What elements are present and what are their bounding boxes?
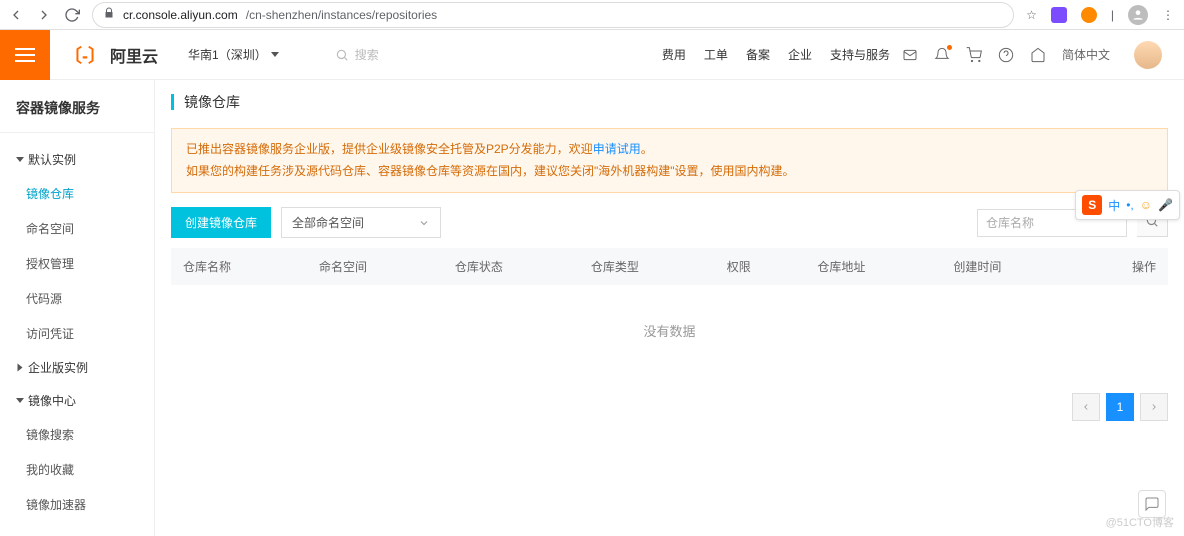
cart-icon[interactable] [966, 47, 982, 63]
col-address: 仓库地址 [805, 248, 941, 285]
col-action: 操作 [1077, 248, 1168, 285]
brand-logo-icon: 〔-〕 [64, 42, 106, 68]
col-status: 仓库状态 [443, 248, 579, 285]
lock-icon [103, 7, 115, 22]
chrome-divider: | [1111, 8, 1114, 22]
alert-line-1: 已推出容器镜像服务企业版，提供企业级镜像安全托管及P2P分发能力，欢迎申请试用。 [186, 139, 1153, 161]
search-input[interactable] [355, 48, 510, 62]
brand[interactable]: 〔-〕 阿里云 [50, 42, 172, 68]
message-icon[interactable] [902, 47, 918, 63]
group-label: 镜像中心 [28, 392, 76, 409]
watermark: @51CTO博客 [1106, 514, 1174, 530]
alert-text: 。 [641, 142, 653, 156]
nav-support[interactable]: 支持与服务 [830, 46, 890, 63]
address-bar[interactable]: cr.console.aliyun.com/cn-shenzhen/instan… [92, 2, 1014, 28]
ime-punct[interactable]: •, [1126, 198, 1134, 212]
page-title: 镜像仓库 [171, 92, 1168, 112]
search-icon [335, 48, 349, 62]
back-icon[interactable] [8, 7, 24, 23]
col-type: 仓库类型 [579, 248, 715, 285]
chrome-right: ☆ | ⋮ [1026, 5, 1176, 25]
global-search[interactable] [335, 48, 510, 62]
bookmark-star-icon[interactable]: ☆ [1026, 8, 1037, 22]
ime-toolbar[interactable]: S 中 •, ☺ 🎤 [1075, 190, 1180, 220]
user-avatar[interactable] [1134, 41, 1162, 69]
page-1[interactable]: 1 [1106, 393, 1134, 421]
page-next[interactable] [1140, 393, 1168, 421]
col-created: 创建时间 [941, 248, 1077, 285]
group-label: 默认实例 [28, 151, 76, 168]
empty-state: 没有数据 [171, 285, 1168, 375]
page-prev[interactable] [1072, 393, 1100, 421]
sidebar-item-repositories[interactable]: 镜像仓库 [0, 176, 154, 211]
nav-fee[interactable]: 费用 [662, 46, 686, 63]
ime-emoji-icon[interactable]: ☺ [1140, 198, 1152, 212]
col-repo-name: 仓库名称 [171, 248, 307, 285]
sidebar-item-authorization[interactable]: 授权管理 [0, 246, 154, 281]
chevron-right-icon [18, 364, 23, 372]
apply-trial-link[interactable]: 申请试用 [593, 142, 641, 156]
alert-text: 已推出容器镜像服务企业版，提供企业级镜像安全托管及P2P分发能力，欢迎 [186, 142, 593, 156]
main-content: 镜像仓库 已推出容器镜像服务企业版，提供企业级镜像安全托管及P2P分发能力，欢迎… [155, 80, 1184, 536]
col-permission: 权限 [715, 248, 806, 285]
nav-icons: 简体中文 [890, 41, 1184, 69]
nav-ticket[interactable]: 工单 [704, 46, 728, 63]
chevron-down-icon [16, 157, 24, 162]
notice-alert: 已推出容器镜像服务企业版，提供企业级镜像安全托管及P2P分发能力，欢迎申请试用。… [171, 128, 1168, 193]
region-selector[interactable]: 华南1（深圳） [172, 46, 295, 63]
page-title-text: 镜像仓库 [184, 92, 240, 112]
sidebar-group-mirror-center[interactable]: 镜像中心 [0, 384, 154, 417]
toolbar: 创建镜像仓库 全部命名空间 [171, 207, 1168, 238]
url-host: cr.console.aliyun.com [123, 8, 238, 22]
url-path: /cn-shenzhen/instances/repositories [246, 8, 437, 22]
ime-mic-icon[interactable]: 🎤 [1158, 198, 1173, 212]
nav-beian[interactable]: 备案 [746, 46, 770, 63]
kebab-menu-icon[interactable]: ⋮ [1162, 8, 1176, 22]
forward-icon[interactable] [36, 7, 52, 23]
sidebar-item-mirror-search[interactable]: 镜像搜索 [0, 417, 154, 452]
sidebar-item-my-favorites[interactable]: 我的收藏 [0, 452, 154, 487]
sidebar-group-default[interactable]: 默认实例 [0, 143, 154, 176]
menu-toggle[interactable] [0, 30, 50, 80]
browser-chrome: cr.console.aliyun.com/cn-shenzhen/instan… [0, 0, 1184, 30]
sidebar-item-mirror-accelerator[interactable]: 镜像加速器 [0, 487, 154, 522]
create-repository-button[interactable]: 创建镜像仓库 [171, 207, 271, 238]
group-label: 企业版实例 [28, 359, 88, 376]
chevron-down-icon [271, 52, 279, 57]
extension-icon[interactable] [1081, 7, 1097, 23]
home-icon[interactable] [1030, 47, 1046, 63]
reload-icon[interactable] [64, 7, 80, 23]
sidebar-item-code-source[interactable]: 代码源 [0, 281, 154, 316]
pagination: 1 [171, 393, 1168, 421]
region-label: 华南1（深圳） [188, 46, 267, 63]
nav-enterprise[interactable]: 企业 [788, 46, 812, 63]
chevron-down-icon [418, 217, 430, 229]
help-icon[interactable] [998, 47, 1014, 63]
ime-mode[interactable]: 中 [1108, 197, 1120, 214]
repository-table: 仓库名称 命名空间 仓库状态 仓库类型 权限 仓库地址 创建时间 操作 [171, 248, 1168, 285]
language-switch[interactable]: 简体中文 [1062, 46, 1110, 63]
chevron-down-icon [16, 398, 24, 403]
profile-avatar-icon[interactable] [1128, 5, 1148, 25]
top-nav: 〔-〕 阿里云 华南1（深圳） 费用 工单 备案 企业 支持与服务 简体中文 [0, 30, 1184, 80]
brand-text: 阿里云 [110, 43, 158, 67]
bell-icon[interactable] [934, 47, 950, 63]
nav-links: 费用 工单 备案 企业 支持与服务 [662, 46, 890, 63]
sidebar-group-enterprise[interactable]: 企业版实例 [0, 351, 154, 384]
service-title: 容器镜像服务 [0, 86, 154, 133]
extension-icon[interactable] [1051, 7, 1067, 23]
sidebar-item-namespaces[interactable]: 命名空间 [0, 211, 154, 246]
namespace-select[interactable]: 全部命名空间 [281, 207, 441, 238]
ime-logo-icon: S [1082, 195, 1102, 215]
col-namespace: 命名空间 [307, 248, 443, 285]
sidebar-item-access-credentials[interactable]: 访问凭证 [0, 316, 154, 351]
select-value: 全部命名空间 [292, 214, 364, 231]
sidebar: 容器镜像服务 默认实例 镜像仓库 命名空间 授权管理 代码源 访问凭证 企业版实… [0, 80, 155, 536]
alert-line-2: 如果您的构建任务涉及源代码仓库、容器镜像仓库等资源在国内，建议您关闭"海外机器构… [186, 161, 1153, 183]
